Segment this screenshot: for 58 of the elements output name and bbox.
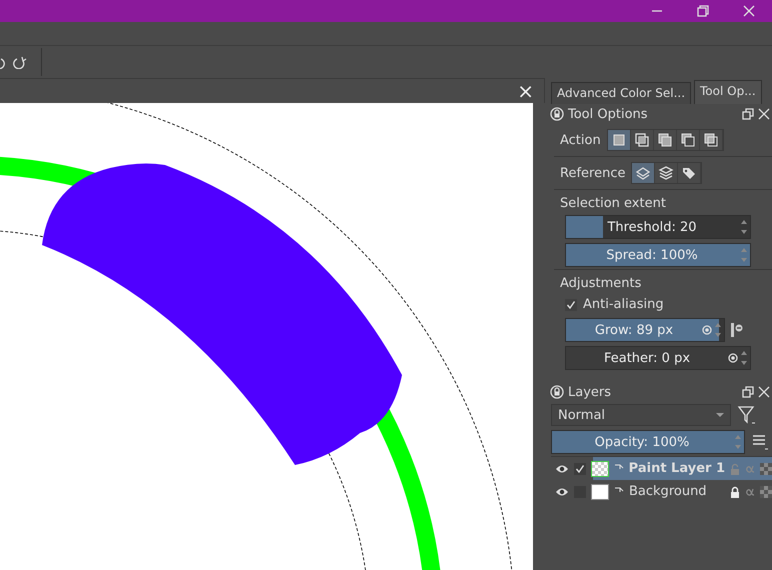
threshold-slider[interactable]: Spread: 100% bbox=[565, 243, 751, 267]
menu-icon[interactable] bbox=[751, 432, 769, 452]
panel-title: Layers bbox=[568, 384, 612, 400]
blend-mode-dropdown[interactable]: Normal bbox=[551, 404, 731, 426]
outlined-squares-icon bbox=[702, 132, 719, 148]
layer-thumbnail bbox=[590, 460, 609, 476]
panel-title: Tool Options bbox=[568, 106, 649, 122]
close-icon[interactable] bbox=[742, 4, 756, 18]
dock-tab[interactable]: Advanced Color Sel... bbox=[551, 82, 692, 104]
grow-slider[interactable]: Grow: 89 px bbox=[565, 318, 725, 342]
filled-squares-icon bbox=[656, 132, 673, 148]
opacity-slider[interactable]: Opacity: 100% bbox=[551, 430, 745, 454]
layer-thumbnail bbox=[591, 484, 609, 500]
filter-icon[interactable] bbox=[737, 405, 755, 425]
section-title: Selection extent bbox=[559, 195, 667, 213]
stacked-squares-icon bbox=[680, 132, 696, 148]
eye-icon[interactable] bbox=[555, 464, 569, 474]
checkbox[interactable] bbox=[574, 462, 586, 474]
toggle-button[interactable] bbox=[608, 130, 631, 150]
square-icon bbox=[610, 132, 627, 148]
spin-arrows-icon[interactable] bbox=[740, 218, 748, 236]
close-icon[interactable] bbox=[758, 386, 770, 398]
float-icon[interactable] bbox=[742, 108, 754, 120]
button-group[interactable] bbox=[606, 129, 724, 151]
eye-icon[interactable] bbox=[555, 486, 569, 496]
feather-slider[interactable]: Feather: 0 px bbox=[565, 346, 751, 370]
button-group[interactable] bbox=[631, 162, 702, 184]
checkbox-label: Anti-aliasing bbox=[583, 297, 664, 312]
redo-icon[interactable] bbox=[13, 55, 27, 69]
layer-name: Background bbox=[629, 484, 708, 499]
layer-name: Paint Layer 1 bbox=[628, 461, 725, 476]
overlap-squares-icon bbox=[634, 132, 650, 148]
restore-icon[interactable] bbox=[696, 4, 710, 18]
checkbox[interactable] bbox=[565, 298, 577, 310]
checker-icon[interactable] bbox=[760, 486, 772, 498]
shrink-icon[interactable] bbox=[729, 321, 743, 339]
alpha-icon[interactable] bbox=[745, 486, 755, 496]
threshold-slider[interactable]: Threshold: 20 bbox=[565, 215, 751, 239]
lock-icon[interactable] bbox=[550, 385, 564, 399]
field-label: Reference bbox=[560, 166, 626, 180]
caret-icon bbox=[716, 412, 724, 418]
padlock-icon[interactable] bbox=[730, 486, 740, 498]
target-icon[interactable] bbox=[728, 353, 738, 363]
toggle-button[interactable] bbox=[632, 163, 656, 183]
checker-icon[interactable] bbox=[760, 462, 772, 474]
layers-stack-icon bbox=[658, 165, 674, 181]
close-button[interactable]: × bbox=[515, 81, 536, 101]
dock-tab[interactable]: Tool Op... bbox=[694, 80, 762, 104]
float-icon[interactable] bbox=[742, 386, 754, 398]
lock-icon[interactable] bbox=[550, 107, 564, 121]
layer-row[interactable]: Background bbox=[551, 480, 772, 503]
target-icon[interactable] bbox=[702, 325, 712, 335]
spin-arrows-icon[interactable] bbox=[714, 321, 722, 339]
layers-icon bbox=[635, 165, 652, 181]
section-title: Adjustments bbox=[559, 275, 642, 293]
field-label: Action bbox=[560, 132, 601, 148]
close-icon[interactable] bbox=[758, 108, 770, 120]
tag-icon bbox=[681, 165, 698, 181]
